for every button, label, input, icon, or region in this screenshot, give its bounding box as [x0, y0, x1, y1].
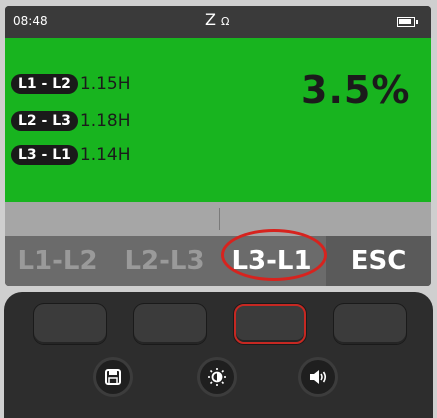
clock: 08:48 [13, 14, 48, 28]
save-icon [105, 369, 121, 385]
reading-row-l2-l3: L2 - L3 1.18H [11, 110, 131, 132]
hardware-button-2[interactable] [134, 304, 206, 344]
pair-label: L3 - L1 [11, 145, 78, 165]
mode-title: ZΩ [205, 10, 230, 29]
reading-value: 1.14H [79, 145, 131, 165]
battery-icon [397, 17, 418, 27]
hardware-button-1[interactable] [34, 304, 106, 344]
volume-icon [310, 370, 327, 384]
brightness-icon [208, 368, 226, 386]
display-screen: 08:48 ZΩ L1 - L2 1.15H L2 - L3 1.18H L3 … [5, 6, 431, 286]
mode-letter: Z [205, 10, 217, 29]
softkey-l2-l3[interactable]: L2-L3 [112, 236, 217, 286]
status-bar: 08:48 ZΩ [5, 6, 431, 38]
reading-value: 1.18H [79, 111, 131, 131]
highlight-circle [221, 229, 327, 281]
mode-unit: Ω [220, 15, 231, 28]
keypad [4, 292, 433, 418]
reading-row-l1-l2: L1 - L2 1.15H [11, 73, 131, 95]
softkey-l1-l2[interactable]: L1-L2 [5, 236, 110, 286]
imbalance-percent: 3.5% [301, 68, 411, 112]
softkey-esc[interactable]: ESC [326, 236, 431, 286]
brightness-button[interactable] [200, 360, 234, 394]
info-strip [5, 202, 431, 236]
measurement-panel: L1 - L2 1.15H L2 - L3 1.18H L3 - L1 1.14… [5, 38, 431, 202]
pair-label: L2 - L3 [11, 111, 78, 131]
save-button[interactable] [96, 360, 130, 394]
pair-label: L1 - L2 [11, 74, 78, 94]
meter-device: 08:48 ZΩ L1 - L2 1.15H L2 - L3 1.18H L3 … [0, 0, 437, 418]
volume-button[interactable] [301, 360, 335, 394]
hardware-button-3[interactable] [234, 304, 306, 344]
reading-row-l3-l1: L3 - L1 1.14H [11, 144, 131, 166]
reading-value: 1.15H [79, 74, 131, 94]
softkey-bar: L1-L2 L2-L3 L3-L1 ESC [5, 236, 431, 286]
hardware-button-4[interactable] [334, 304, 406, 344]
